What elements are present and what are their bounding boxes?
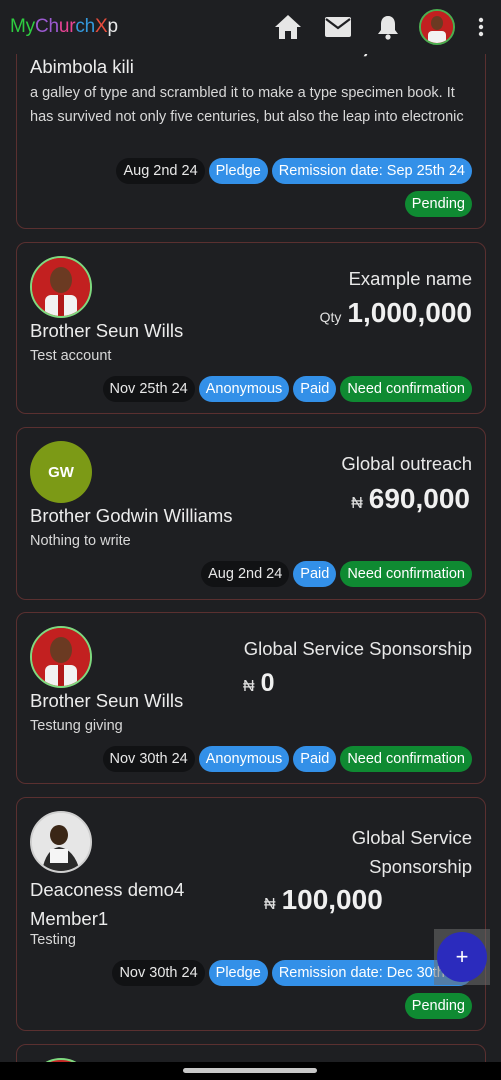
avatar xyxy=(30,256,92,318)
giving-description: Nothing to write xyxy=(30,533,131,549)
status-badge: Need confirmation xyxy=(340,376,472,402)
remission-badge: Remission date: Sep 25th 24 xyxy=(271,158,472,184)
date-badge: Nov 25th 24 xyxy=(102,376,195,402)
header-actions xyxy=(253,9,491,45)
home-icon[interactable] xyxy=(273,12,303,42)
status-badge: Pending xyxy=(404,191,472,217)
giving-description: Testing xyxy=(30,932,76,948)
type-badge: Pledge xyxy=(208,158,268,184)
badge-row: Nov 25th 24 Anonymous Paid Need confirma… xyxy=(99,376,472,402)
type-badge: Pledge xyxy=(208,960,268,986)
giving-description: Testung giving xyxy=(30,718,123,734)
giving-category: Example name xyxy=(348,268,472,289)
logo-part: Ch xyxy=(34,16,59,37)
giver-name: Brother Godwin Williams xyxy=(30,505,233,526)
giving-amount: 0 xyxy=(260,669,275,697)
avatar-initials: GW xyxy=(30,441,92,503)
currency-symbol: ₦ xyxy=(243,678,255,695)
giving-category: Global Service Sponsorship xyxy=(243,638,472,659)
giving-amount: 690,000 xyxy=(368,483,470,514)
giving-amount-row: Qty 1,000,000 xyxy=(320,297,472,329)
paid-badge: Paid xyxy=(293,561,337,587)
logo-part: ch xyxy=(75,16,95,37)
paid-badge: Paid xyxy=(293,376,337,402)
status-row: Pending xyxy=(401,191,472,217)
giver-name: Abimbola kili xyxy=(30,56,134,77)
giving-amount: 1,000,000 xyxy=(347,297,472,328)
app-header: MyChurchXp xyxy=(0,0,501,54)
giving-category: Global outreach xyxy=(341,453,472,474)
home-indicator[interactable] xyxy=(183,1068,317,1073)
logo-part: My xyxy=(10,16,35,37)
giving-card[interactable]: Global Service Sponsorship ₦ 0 Brother Se… xyxy=(16,612,486,784)
name-line-1: Deaconess demo4 xyxy=(30,879,185,900)
giving-amount-row: ₦ 0 xyxy=(243,669,274,698)
badge-row: Aug 2nd 24 Paid Need confirmation xyxy=(197,561,472,587)
giving-card[interactable]: Global Service Sponsorship ₦ 100,000 Deac… xyxy=(16,797,486,1031)
paid-badge: Paid xyxy=(293,746,337,772)
giving-amount-row: ₦ 690,000 xyxy=(351,483,470,515)
currency-symbol: ₦ xyxy=(351,495,363,512)
status-badge: Need confirmation xyxy=(340,746,472,772)
name-line-2: Member1 xyxy=(30,908,109,929)
giving-description: Test account xyxy=(30,348,112,364)
more-vert-icon[interactable] xyxy=(471,12,491,42)
giver-name: Deaconess demo4 Member1 xyxy=(30,875,184,933)
add-giving-button[interactable]: + xyxy=(437,932,487,982)
category-line-1: Global Service xyxy=(351,827,472,848)
currency-symbol: ₦ xyxy=(264,896,276,913)
date-badge: Aug 2nd 24 xyxy=(116,158,205,184)
badge-row: Aug 2nd 24 Pledge Remission date: Sep 25… xyxy=(112,158,472,184)
mail-icon[interactable] xyxy=(323,12,353,42)
category-line-2: Sponsorship xyxy=(369,856,472,877)
giving-description: a galley of type and scrambled it to mak… xyxy=(30,85,464,125)
logo-part: ur xyxy=(58,16,76,37)
badge-row: Nov 30th 24 Pledge Remission date: Dec 3… xyxy=(108,960,472,986)
giving-card[interactable]: Example name Qty 1,000,000 Brother Seun W… xyxy=(16,242,486,414)
logo-part: p xyxy=(107,16,118,37)
anonymous-badge: Anonymous xyxy=(198,376,290,402)
app-screen: 900,000 Abimbola kili a galley of type a… xyxy=(0,0,501,1080)
bell-icon[interactable] xyxy=(373,12,403,42)
date-badge: Nov 30th 24 xyxy=(102,746,195,772)
giving-amount-row: ₦ 100,000 xyxy=(264,884,383,916)
profile-avatar[interactable] xyxy=(419,9,455,45)
status-row: Pending xyxy=(401,993,472,1019)
giving-card[interactable]: GW Global outreach ₦ 690,000 Brother Godw… xyxy=(16,427,486,600)
status-badge: Need confirmation xyxy=(340,561,472,587)
anonymous-badge: Anonymous xyxy=(198,746,290,772)
date-badge: Aug 2nd 24 xyxy=(201,561,290,587)
giving-category: Global Service Sponsorship xyxy=(352,823,472,881)
giver-name: Brother Seun Wills xyxy=(30,690,184,711)
date-badge: Nov 30th 24 xyxy=(112,960,205,986)
logo-part: X xyxy=(95,16,108,37)
avatar xyxy=(30,626,92,688)
fab-container: + xyxy=(434,929,490,985)
giving-amount: 100,000 xyxy=(281,884,383,915)
badge-row: Nov 30th 24 Anonymous Paid Need confirma… xyxy=(99,746,472,772)
giver-name: Brother Seun Wills xyxy=(30,320,184,341)
status-badge: Pending xyxy=(404,993,472,1019)
avatar xyxy=(30,811,92,873)
currency-label: Qty xyxy=(319,309,342,325)
app-logo[interactable]: MyChurchXp xyxy=(10,16,118,38)
